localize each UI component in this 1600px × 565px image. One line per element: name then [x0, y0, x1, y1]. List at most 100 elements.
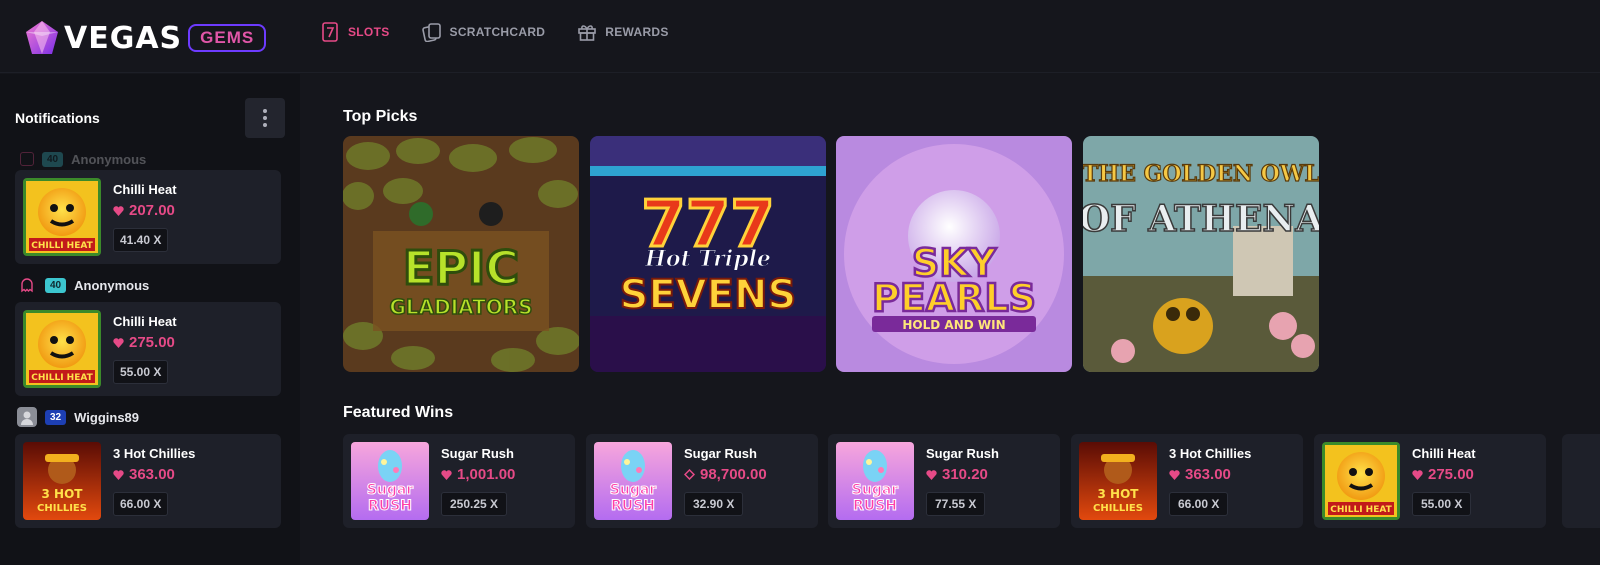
notification-amount: 207.00	[113, 202, 175, 219]
tile-sevens-line1: Hot Triple	[644, 246, 771, 272]
notification-amount-value: 207.00	[129, 202, 175, 219]
multiplier-badge: 66.00 X	[1169, 492, 1229, 516]
nav-rewards[interactable]: REWARDS	[577, 22, 668, 42]
featured-win-card-partial[interactable]	[1562, 434, 1600, 528]
username: Wiggins89	[74, 409, 140, 425]
featured-amount-value: 275.00	[1428, 466, 1474, 483]
nav-scratchcard[interactable]: SCRATCHCARD	[421, 22, 546, 42]
tile-owl-line2: OF ATHENA	[1083, 198, 1319, 240]
featured-amount: 363.00	[1169, 466, 1231, 483]
nav-slots[interactable]: SLOTS	[320, 22, 390, 42]
featured-amount: 1,001.00	[441, 466, 515, 483]
heart-gem-icon	[113, 337, 124, 348]
user-avatar	[17, 407, 37, 427]
featured-amount-value: 98,700.00	[700, 466, 767, 483]
hot-chillies-thumbnail: 3 HOT CHILLIES	[23, 442, 101, 520]
featured-game-name: Sugar Rush	[684, 446, 757, 461]
thumb-sugar-line2: RUSH	[611, 498, 655, 514]
main-content: Top Picks EPIC GLADIATORS 777 Hot Triple…	[300, 74, 1600, 565]
featured-win-card[interactable]: CHILLI HEAT Chilli Heat 275.00 55.00 X	[1314, 434, 1546, 528]
notification-user-row-faded: 40 Anonymous	[20, 151, 285, 167]
sugar-rush-thumbnail: Sugar RUSH	[836, 442, 914, 520]
featured-win-card[interactable]: Sugar RUSH Sugar Rush 310.20 77.55 X	[828, 434, 1060, 528]
thumb-hot-line1: 3 HOT	[42, 487, 84, 501]
notification-list: 40 Anonymous CHILLI HEAT Chilli Heat 207…	[15, 151, 285, 538]
username: Anonymous	[74, 277, 150, 293]
level-badge: 40	[45, 277, 67, 293]
chilli-heat-thumbnail: CHILLI HEAT	[23, 310, 101, 388]
notification-amount: 363.00	[113, 466, 175, 483]
gem-logo-icon	[26, 21, 58, 54]
game-tile-sky-pearls[interactable]: SKY PEARLS HOLD AND WIN	[836, 136, 1072, 372]
game-tile-golden-owl-of-athena[interactable]: THE GOLDEN OWL OF ATHENA	[1083, 136, 1319, 372]
kebab-dot	[263, 109, 267, 113]
featured-win-card[interactable]: Sugar RUSH Sugar Rush 1,001.00 250.25 X	[343, 434, 575, 528]
featured-amount-value: 1,001.00	[457, 466, 516, 483]
notification-amount-value: 275.00	[129, 334, 175, 351]
user-avatar-icon	[20, 152, 34, 166]
multiplier-badge: 41.40 X	[113, 228, 169, 252]
notification-amount: 275.00	[113, 334, 175, 351]
multiplier-badge: 55.00 X	[113, 360, 169, 384]
featured-game-name: Chilli Heat	[1412, 446, 1476, 461]
multiplier-badge: 77.55 X	[926, 492, 986, 516]
multiplier-badge: 55.00 X	[1412, 492, 1472, 516]
thumb-chilli-text: CHILLI HEAT	[31, 373, 93, 383]
game-tile-hot-triple-sevens[interactable]: 777 Hot Triple SEVENS	[590, 136, 826, 372]
level-badge: 32	[45, 409, 67, 425]
brand-logo[interactable]: VEGAS GEMS	[22, 18, 267, 58]
thumb-sugar-line1: Sugar	[367, 482, 414, 498]
thumb-sugar-line2: RUSH	[853, 498, 897, 514]
username: Anonymous	[71, 151, 147, 167]
logo-badge: GEMS	[188, 24, 267, 52]
notification-user-row[interactable]: 40 Anonymous	[17, 274, 285, 296]
ghost-avatar-icon	[17, 275, 37, 295]
notification-card[interactable]: 3 HOT CHILLIES 3 Hot Chillies 363.00 66.…	[15, 434, 281, 528]
notification-game-name: Chilli Heat	[113, 314, 177, 329]
tile-epic-line2: GLADIATORS	[389, 295, 532, 319]
nav-rewards-label: REWARDS	[605, 25, 669, 39]
multiplier-badge: 250.25 X	[441, 492, 508, 516]
heart-gem-icon	[1169, 469, 1180, 480]
featured-win-card[interactable]: Sugar RUSH Sugar Rush 98,700.00 32.90 X	[586, 434, 818, 528]
top-picks-title: Top Picks	[343, 108, 418, 125]
featured-amount: 275.00	[1412, 466, 1474, 483]
hot-chillies-thumbnail: 3 HOT CHILLIES	[1079, 442, 1157, 520]
chilli-heat-thumbnail: CHILLI HEAT	[1322, 442, 1400, 520]
thumb-hot-line2: CHILLIES	[1093, 503, 1143, 514]
featured-game-name: Sugar Rush	[926, 446, 999, 461]
tile-sky-line3: HOLD AND WIN	[902, 318, 1005, 332]
sugar-rush-thumbnail: Sugar RUSH	[351, 442, 429, 520]
heart-gem-icon	[113, 469, 124, 480]
featured-game-name: 3 Hot Chillies	[1169, 446, 1252, 461]
featured-amount: 98,700.00	[684, 466, 767, 483]
heart-gem-icon	[1412, 469, 1423, 480]
thumb-chilli-text: CHILLI HEAT	[1330, 505, 1392, 515]
notification-user-row[interactable]: 32 Wiggins89	[17, 406, 285, 428]
gift-icon	[577, 22, 597, 42]
thumb-hot-line1: 3 HOT	[1098, 487, 1140, 501]
level-badge: 40	[42, 151, 64, 167]
notification-card[interactable]: CHILLI HEAT Chilli Heat 275.00 55.00 X	[15, 302, 281, 396]
scratchcard-icon	[421, 22, 442, 42]
heart-gem-icon	[441, 469, 452, 480]
sidebar-menu-button[interactable]	[245, 98, 285, 138]
game-tile-epic-gladiators[interactable]: EPIC GLADIATORS	[343, 136, 579, 372]
thumb-chilli-text: CHILLI HEAT	[31, 241, 93, 251]
nav-slots-label: SLOTS	[348, 25, 390, 39]
chilli-heat-thumbnail: CHILLI HEAT	[23, 178, 101, 256]
main-nav: SLOTS SCRATCHCARD REWARDS	[320, 22, 669, 42]
featured-win-card[interactable]: 3 HOT CHILLIES 3 Hot Chillies 363.00 66.…	[1071, 434, 1303, 528]
featured-wins-title: Featured Wins	[343, 404, 454, 421]
thumb-sugar-line1: Sugar	[610, 482, 657, 498]
featured-amount-value: 363.00	[1185, 466, 1231, 483]
notification-card[interactable]: CHILLI HEAT Chilli Heat 207.00 41.40 X	[15, 170, 281, 264]
featured-amount: 310.20	[926, 466, 988, 483]
sidebar-header: Notifications	[15, 98, 285, 138]
nav-scratchcard-label: SCRATCHCARD	[449, 25, 546, 39]
heart-gem-icon	[926, 469, 937, 480]
tile-sevens-line2: SEVENS	[620, 272, 797, 318]
slot-seven-icon	[320, 22, 340, 42]
sidebar-title: Notifications	[15, 110, 100, 126]
multiplier-badge: 66.00 X	[113, 492, 169, 516]
